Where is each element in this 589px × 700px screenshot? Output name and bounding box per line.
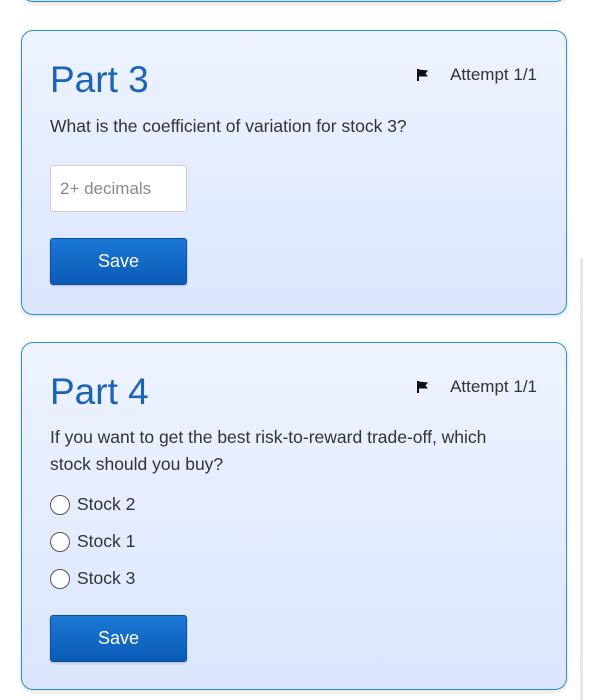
option-label: Stock 2 (77, 494, 136, 514)
previous-part-card (21, 0, 567, 2)
option-stock-2[interactable]: Stock 2 (50, 486, 135, 523)
part-4-question: If you want to get the best risk-to-rewa… (50, 427, 487, 474)
radio-button-icon[interactable] (50, 531, 70, 552)
radio-button-icon[interactable] (50, 494, 70, 515)
part-3-title: Part 3 (50, 59, 149, 100)
part-4-title: Part 4 (50, 371, 149, 412)
part-3-attempt-label: Attempt 1/1 (450, 65, 537, 84)
option-label: Stock 1 (77, 531, 136, 551)
flag-icon (417, 381, 429, 393)
part-3-attempt: Attempt 1/1 (416, 65, 537, 85)
part-3-card: Part 3 Attempt 1/1 What is the coefficie… (21, 30, 567, 315)
option-label: Stock 3 (77, 568, 136, 588)
part-4-save-button[interactable]: Save (50, 615, 187, 662)
part-3-question: What is the coefficient of variation for… (50, 116, 407, 136)
radio-button-icon[interactable] (50, 568, 70, 589)
part-4-card: Part 4 Attempt 1/1 If you want to get th… (21, 342, 567, 690)
part-3-save-button[interactable]: Save (50, 238, 187, 285)
part-4-attempt-label: Attempt 1/1 (450, 377, 537, 396)
page: Part 3 Attempt 1/1 What is the coefficie… (0, 0, 589, 700)
part-4-options: Stock 2 Stock 1 Stock 3 (50, 486, 135, 597)
scrollbar[interactable] (580, 258, 583, 700)
part-3-answer-input[interactable] (50, 165, 187, 212)
flag-icon (417, 69, 429, 81)
option-stock-3[interactable]: Stock 3 (50, 560, 135, 597)
part-4-attempt: Attempt 1/1 (416, 377, 537, 397)
option-stock-1[interactable]: Stock 1 (50, 523, 135, 560)
